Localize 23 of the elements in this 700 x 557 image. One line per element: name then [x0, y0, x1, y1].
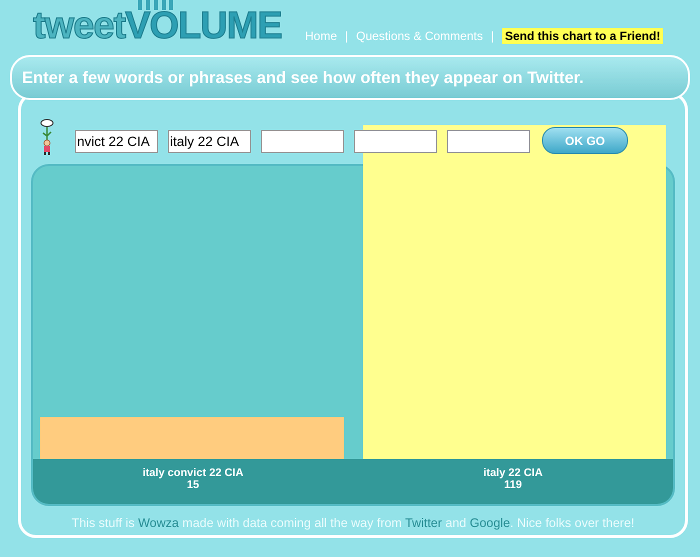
ok-go-button[interactable]: OK GO — [542, 127, 628, 154]
footer-link[interactable]: Twitter — [405, 516, 442, 530]
term-field[interactable]: italy 22 CIA — [168, 130, 251, 153]
term-field[interactable] — [447, 130, 530, 153]
bar-label: italy convict 22 CIA — [142, 467, 244, 479]
term-field[interactable] — [261, 130, 344, 153]
banner: Enter a few words or phrases and see how often they appear on Twitter. — [10, 55, 690, 100]
nav-separator: | — [345, 29, 348, 43]
term-field[interactable]: nvict 22 CIA — [75, 130, 158, 153]
nav-separator: | — [490, 29, 494, 43]
footer-text: This stuff is Wowza made with data coming all the way from Twitter and Google. Nice folks over there! — [70, 516, 636, 530]
bar-count: 15 — [186, 479, 200, 491]
footer-link[interactable]: Wowza — [138, 516, 179, 530]
send-chart-link[interactable]: Send this chart to a Friend! — [502, 28, 664, 44]
nav-link[interactable]: Home — [305, 29, 338, 43]
sound-bars-icon — [137, 0, 173, 10]
nav-link[interactable]: Questions & Comments — [356, 29, 483, 43]
footer-link[interactable]: Google — [470, 516, 510, 530]
logo[interactable]: tweetVOLUME — [33, 6, 282, 46]
bar-count: 119 — [504, 479, 522, 491]
bar-label: italy 22 CIA — [483, 467, 543, 479]
mascot-icon — [39, 119, 55, 155]
term-field[interactable] — [354, 130, 437, 153]
